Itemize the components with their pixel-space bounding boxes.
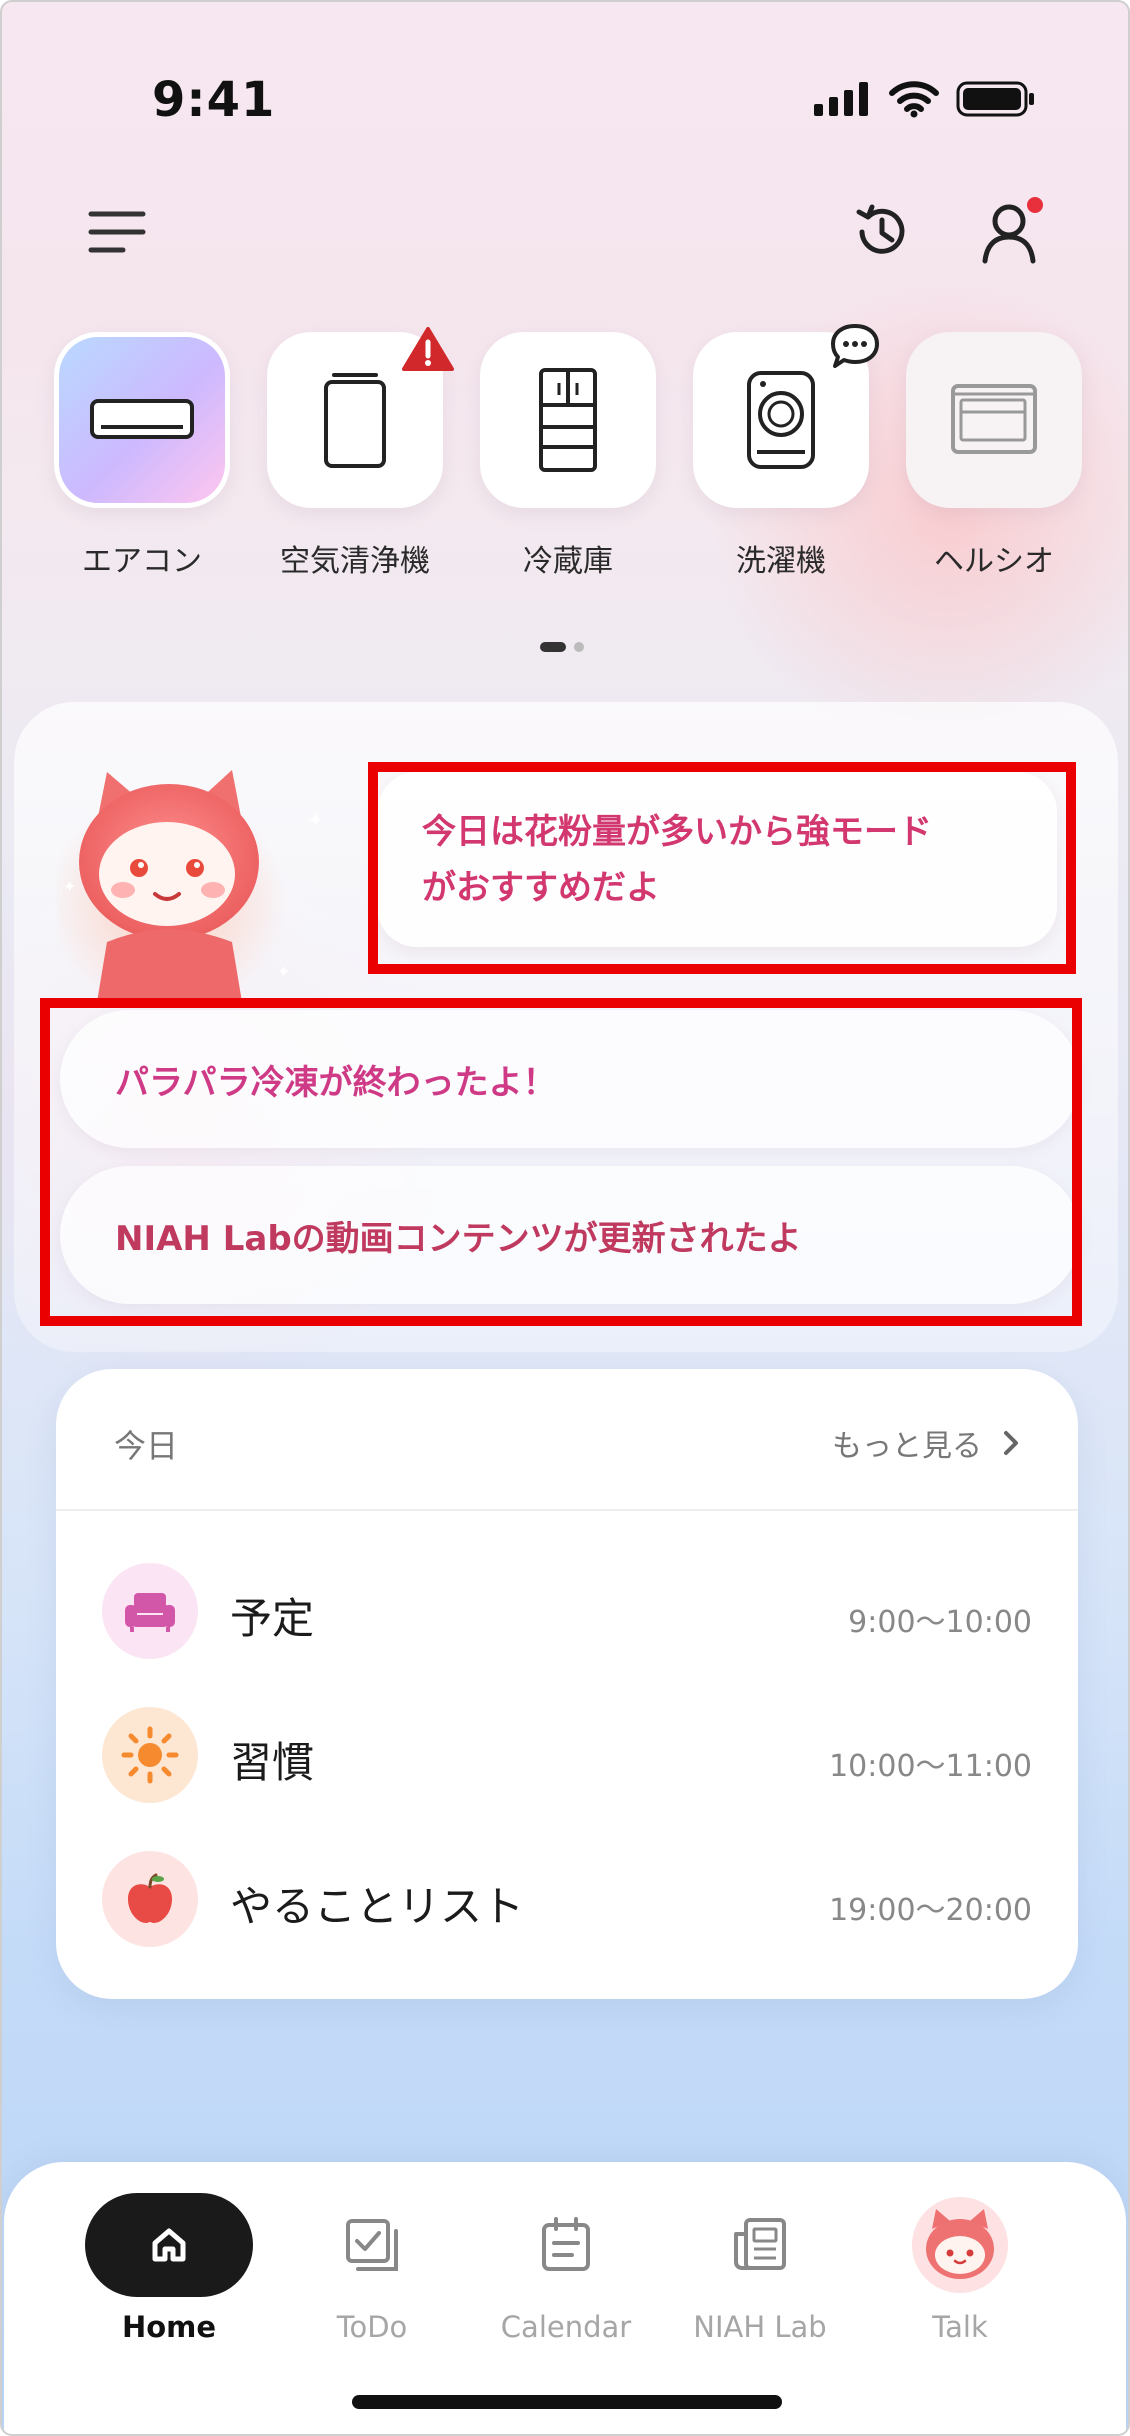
see-more-link[interactable]: もっと見る bbox=[832, 1421, 1020, 1465]
tab-icon-wrap bbox=[670, 2190, 850, 2300]
history-button[interactable] bbox=[847, 197, 917, 267]
notification-freeze-done[interactable]: パラパラ冷凍が終わったよ！ bbox=[60, 1010, 1080, 1148]
tab-label: Home bbox=[121, 2310, 217, 2344]
tab-icon-wrap bbox=[79, 2190, 259, 2300]
air-purifier-icon bbox=[324, 373, 386, 468]
bottom-tab-bar: Home ToDo Calendar NIAH Lab Talk bbox=[4, 2162, 1126, 2434]
appliance-carousel: エアコン 空気清浄機 冷蔵庫 洗濯機 ヘルシオ bbox=[52, 324, 1092, 602]
battery-icon bbox=[956, 81, 1034, 117]
home-indicator[interactable] bbox=[352, 2395, 782, 2409]
notification-niah-lab-update[interactable]: NIAH Labの動画コンテンツが更新されたよ bbox=[60, 1166, 1080, 1304]
profile-button[interactable] bbox=[977, 197, 1047, 267]
appliance-label: 空気清浄機 bbox=[280, 544, 430, 579]
today-row-todo-list[interactable]: やることリスト 19:00〜20:00 bbox=[102, 1851, 1032, 1951]
appliance-tile[interactable] bbox=[480, 332, 656, 508]
row-label: 習慣 bbox=[230, 1738, 315, 1787]
assistant-message-line-1: 今日は花粉量が多いから強モード bbox=[422, 812, 932, 852]
assistant-speech-bubble[interactable]: 今日は花粉量が多いから強モード がおすすめだよ bbox=[377, 772, 1057, 947]
tab-talk[interactable]: Talk bbox=[870, 2190, 1050, 2344]
tab-calendar[interactable]: Calendar bbox=[476, 2190, 656, 2344]
tab-icon-wrap bbox=[870, 2190, 1050, 2300]
appliance-tile[interactable] bbox=[693, 324, 879, 508]
row-time: 19:00〜20:00 bbox=[829, 1893, 1032, 1928]
tab-label: Talk bbox=[932, 2310, 988, 2344]
see-more-label: もっと見る bbox=[832, 1429, 982, 1464]
appliance-label: 冷蔵庫 bbox=[523, 544, 613, 579]
notification-text: NIAH Labの動画コンテンツが更新されたよ bbox=[115, 1218, 802, 1259]
today-title: 今日 bbox=[114, 1427, 179, 1465]
appliance-air-purifier[interactable]: 空気清浄機 bbox=[265, 327, 454, 580]
mascot-talk-icon bbox=[912, 2197, 1008, 2293]
tab-label: ToDo bbox=[336, 2310, 408, 2344]
status-time: 9:41 bbox=[152, 72, 276, 128]
today-card: 今日 もっと見る 予定 9:00〜10:00 習慣 10:00〜11:00 やる… bbox=[56, 1369, 1078, 1999]
appliance-refrigerator[interactable]: 冷蔵庫 bbox=[478, 332, 658, 580]
mascot-character-icon[interactable]: ✦ ✦ ✦ bbox=[57, 752, 347, 1002]
svg-text:✦: ✦ bbox=[277, 962, 290, 981]
wifi-icon bbox=[889, 81, 939, 118]
appliance-label: ヘルシオ bbox=[934, 544, 1054, 579]
assistant-message-line-2: がおすすめだよ bbox=[422, 868, 660, 908]
row-icon-bg bbox=[102, 1851, 198, 1947]
svg-text:✦: ✦ bbox=[307, 808, 324, 832]
home-icon bbox=[152, 2228, 186, 2262]
news-icon bbox=[734, 2218, 786, 2270]
pager-dot-active bbox=[540, 642, 566, 652]
appliance-aircon[interactable]: エアコン bbox=[52, 332, 232, 580]
todo-icon bbox=[346, 2219, 398, 2271]
tab-icon-wrap bbox=[282, 2190, 462, 2300]
pager-dot bbox=[574, 642, 584, 652]
appliance-healsio[interactable]: ヘルシオ bbox=[904, 332, 1084, 580]
svg-text:✦: ✦ bbox=[63, 877, 76, 896]
sun-icon bbox=[121, 1726, 179, 1784]
appliance-washing-machine[interactable]: 洗濯機 bbox=[691, 324, 879, 580]
warning-badge-icon bbox=[402, 327, 454, 371]
sofa-icon bbox=[125, 1593, 175, 1632]
row-icon-bg bbox=[102, 1563, 198, 1659]
hamburger-menu-icon bbox=[88, 211, 146, 253]
status-icons bbox=[814, 80, 1036, 118]
microwave-oven-icon bbox=[951, 384, 1037, 454]
row-icon-bg bbox=[102, 1707, 198, 1803]
tab-icon-wrap bbox=[476, 2190, 656, 2300]
washing-machine-icon bbox=[747, 371, 815, 469]
row-label: やることリスト bbox=[230, 1882, 525, 1931]
home-pill bbox=[85, 2193, 253, 2297]
calendar-icon bbox=[542, 2217, 590, 2271]
tab-label: Calendar bbox=[500, 2310, 632, 2344]
appliance-tile[interactable] bbox=[267, 327, 454, 508]
cellular-signal-icon bbox=[814, 82, 868, 116]
menu-button[interactable] bbox=[82, 197, 152, 267]
appliance-label: 洗濯機 bbox=[736, 544, 826, 579]
notification-text: パラパラ冷凍が終わったよ！ bbox=[115, 1062, 557, 1103]
carousel-pager[interactable] bbox=[540, 642, 584, 652]
row-label: 予定 bbox=[230, 1594, 315, 1643]
air-conditioner-icon bbox=[90, 399, 194, 439]
today-row-habit[interactable]: 習慣 10:00〜11:00 bbox=[102, 1707, 1032, 1807]
tab-label: NIAH Lab bbox=[693, 2310, 827, 2344]
today-row-schedule[interactable]: 予定 9:00〜10:00 bbox=[102, 1563, 1032, 1663]
row-time: 10:00〜11:00 bbox=[829, 1749, 1032, 1784]
appliance-label: エアコン bbox=[82, 544, 202, 579]
chat-badge-icon bbox=[831, 324, 879, 368]
today-card-header: 今日 もっと見る bbox=[56, 1369, 1078, 1511]
app-screen: 9:41 エアコン 空気清浄機 冷蔵庫 洗濯機 ヘルシオ ✦ ✦ ✦ 今日は花粉… bbox=[0, 0, 1130, 2436]
history-icon bbox=[856, 204, 905, 254]
appliance-tile[interactable] bbox=[906, 332, 1082, 508]
row-time: 9:00〜10:00 bbox=[848, 1605, 1032, 1640]
tab-niah-lab[interactable]: NIAH Lab bbox=[670, 2190, 850, 2344]
refrigerator-icon bbox=[539, 368, 597, 472]
apple-icon bbox=[128, 1873, 172, 1923]
person-icon bbox=[982, 197, 1043, 264]
appliance-tile[interactable] bbox=[54, 332, 230, 508]
assistant-message: 今日は花粉量が多いから強モード がおすすめだよ bbox=[422, 804, 1042, 916]
chevron-right-icon bbox=[1004, 1431, 1018, 1455]
tab-todo[interactable]: ToDo bbox=[282, 2190, 462, 2344]
tab-home[interactable]: Home bbox=[79, 2190, 259, 2344]
